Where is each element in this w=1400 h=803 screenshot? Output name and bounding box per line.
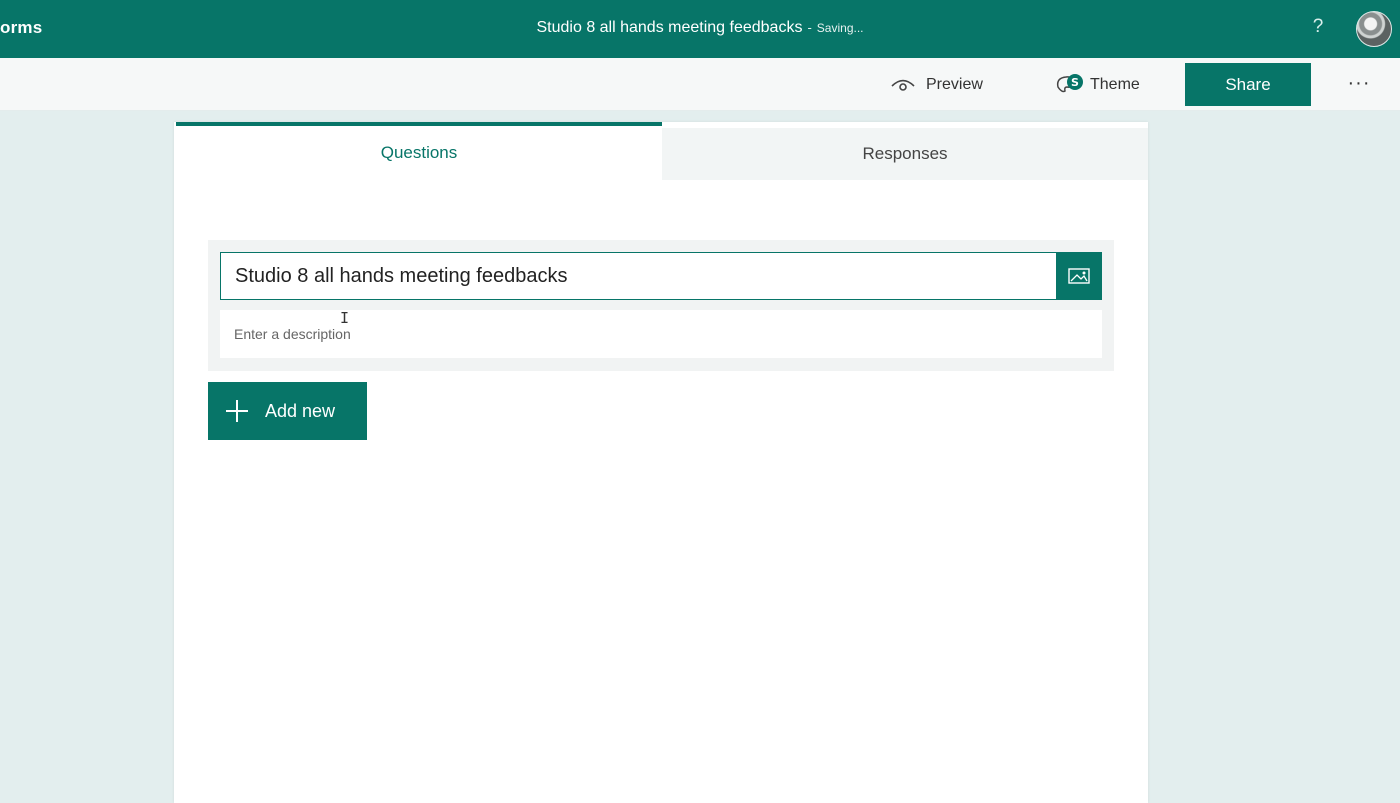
insert-image-button[interactable] — [1056, 252, 1102, 300]
eye-icon — [891, 79, 915, 91]
more-options-button[interactable]: ··· — [1344, 72, 1374, 96]
text-cursor-icon: I — [340, 309, 350, 327]
form-editor-card: Questions Responses Add new — [174, 122, 1148, 803]
toolbar: Preview S Theme Share ··· — [0, 58, 1400, 111]
theme-label: Theme — [1090, 76, 1140, 93]
form-header-section — [208, 240, 1114, 371]
add-new-button[interactable]: Add new — [208, 382, 367, 440]
form-title-input[interactable] — [220, 252, 1056, 300]
tab-questions[interactable]: Questions — [176, 122, 662, 180]
form-title-display: Studio 8 all hands meeting feedbacks - Sav… — [0, 19, 1400, 37]
user-avatar[interactable] — [1356, 11, 1392, 47]
preview-button[interactable]: Preview — [890, 72, 983, 98]
theme-button[interactable]: S Theme — [1054, 72, 1140, 98]
add-new-label: Add new — [265, 400, 336, 421]
svg-text:S: S — [1071, 76, 1079, 89]
plus-icon — [226, 400, 248, 422]
image-icon — [1068, 268, 1090, 284]
preview-label: Preview — [926, 76, 983, 93]
help-button[interactable]: ? — [1308, 16, 1328, 40]
editor-tabs: Questions Responses — [174, 122, 1148, 180]
header-form-title: Studio 8 all hands meeting feedbacks — [536, 19, 803, 36]
form-description-input[interactable] — [220, 310, 1102, 358]
save-status: Saving... — [816, 21, 864, 35]
title-separator: - — [807, 20, 812, 35]
app-header: orms Studio 8 all hands meeting feedback… — [0, 0, 1400, 58]
tab-responses[interactable]: Responses — [662, 128, 1148, 180]
palette-icon: S — [1056, 74, 1083, 93]
share-button[interactable]: Share — [1185, 63, 1311, 106]
